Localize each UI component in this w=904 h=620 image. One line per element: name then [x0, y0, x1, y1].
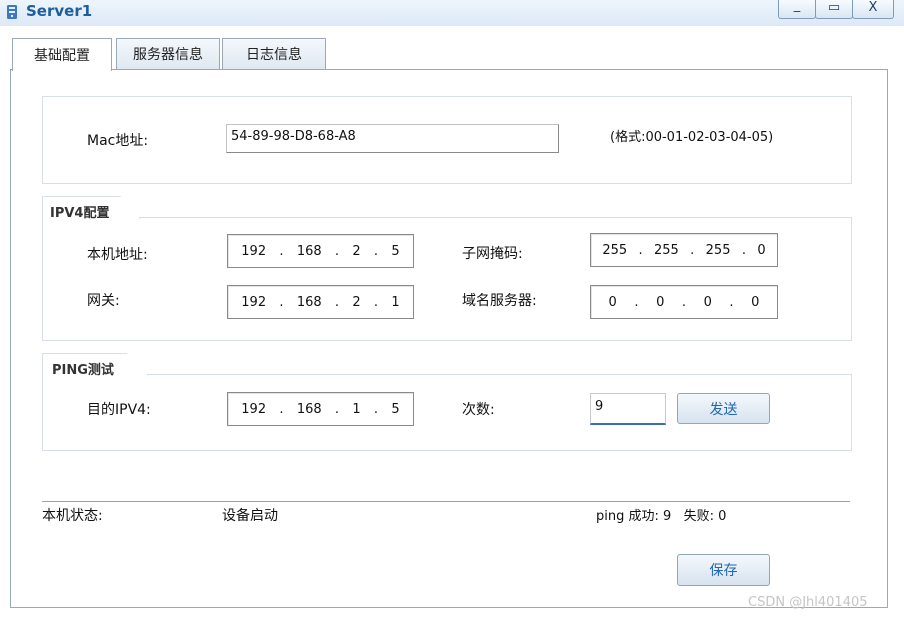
status-label: 本机状态: [42, 508, 103, 524]
target-ipv4-label: 目的IPV4: [87, 402, 151, 418]
ip-octets: 0. 0. 0. 0 [608, 294, 760, 310]
gateway-input[interactable]: 192. 168. 2. 1 [227, 285, 414, 319]
count-input[interactable]: 9 [590, 393, 666, 425]
tab-log-info[interactable]: 日志信息 [222, 38, 326, 69]
minimize-icon: _ [793, 0, 801, 13]
count-value: 9 [595, 399, 604, 414]
ip-octet: 0 [656, 294, 665, 310]
subnet-mask-input[interactable]: 255. 255. 255. 0 [590, 233, 778, 267]
maximize-icon: ▭ [827, 0, 841, 15]
dns-server-input[interactable]: 0. 0. 0. 0 [590, 285, 778, 319]
server-app-icon [4, 3, 22, 21]
ip-octet: 192 [241, 401, 267, 417]
ip-octet: 2 [352, 294, 361, 310]
ip-octets: 192. 168. 2. 5 [241, 243, 400, 259]
mac-label: Mac地址: [87, 133, 149, 149]
local-address-label: 本机地址: [87, 247, 148, 263]
close-button[interactable]: X [852, 0, 894, 19]
save-button[interactable]: 保存 [677, 554, 770, 586]
ip-octet: 0 [703, 294, 712, 310]
ip-octet: 0 [751, 294, 760, 310]
ip-octet: 0 [608, 294, 617, 310]
target-ipv4-input[interactable]: 192. 168. 1. 5 [227, 392, 414, 426]
window-title: Server1 [26, 2, 93, 20]
ip-octet: 192 [241, 294, 267, 310]
close-icon: X [868, 0, 878, 15]
status-divider [42, 501, 850, 502]
watermark: CSDN @Jhl401405 [748, 595, 868, 610]
ip-octet: 192 [241, 243, 267, 259]
tab-server-info[interactable]: 服务器信息 [116, 38, 220, 69]
ip-octet: 2 [352, 243, 361, 259]
ip-octet: 1 [391, 294, 400, 310]
dns-server-label: 域名服务器: [462, 293, 537, 309]
ip-octet: 168 [296, 401, 322, 417]
ipv4-group-title: IPV4配置 [50, 206, 110, 221]
save-button-label: 保存 [709, 563, 738, 579]
ip-octet: 1 [352, 401, 361, 417]
status-value: 设备启动 [222, 508, 278, 524]
ip-octet: 5 [391, 243, 400, 259]
local-address-input[interactable]: 192. 168. 2. 5 [227, 234, 414, 268]
title-bar [0, 0, 904, 26]
mac-value: 54-89-98-D8-68-A8 [231, 129, 356, 144]
maximize-button[interactable]: ▭ [815, 0, 853, 19]
minimize-button[interactable]: _ [778, 0, 816, 19]
tab-label: 服务器信息 [133, 47, 203, 63]
tab-label: 日志信息 [246, 47, 302, 63]
subnet-mask-label: 子网掩码: [462, 246, 523, 262]
ip-octet: 255 [705, 242, 731, 258]
ping-result-text: ping 成功: 9 失败: 0 [596, 509, 727, 524]
ip-octet: 168 [296, 243, 322, 259]
ip-octet: 5 [391, 401, 400, 417]
ping-group-title: PING测试 [52, 363, 114, 378]
count-label: 次数: [462, 402, 495, 418]
mac-format-hint: (格式:00-01-02-03-04-05) [610, 130, 774, 145]
ip-octets: 192. 168. 2. 1 [241, 294, 400, 310]
mac-input[interactable]: 54-89-98-D8-68-A8 [226, 124, 559, 153]
ip-octet: 0 [757, 242, 766, 258]
ip-octet: 255 [602, 242, 628, 258]
ip-octet: 255 [654, 242, 679, 258]
ip-octets: 192. 168. 1. 5 [241, 401, 400, 417]
gateway-label: 网关: [87, 293, 120, 309]
send-button[interactable]: 发送 [677, 393, 770, 424]
ip-octets: 255. 255. 255. 0 [602, 242, 766, 258]
tab-basic-config[interactable]: 基础配置 [12, 38, 112, 71]
tab-label: 基础配置 [34, 48, 90, 64]
ip-octet: 168 [296, 294, 322, 310]
send-button-label: 发送 [709, 401, 738, 418]
